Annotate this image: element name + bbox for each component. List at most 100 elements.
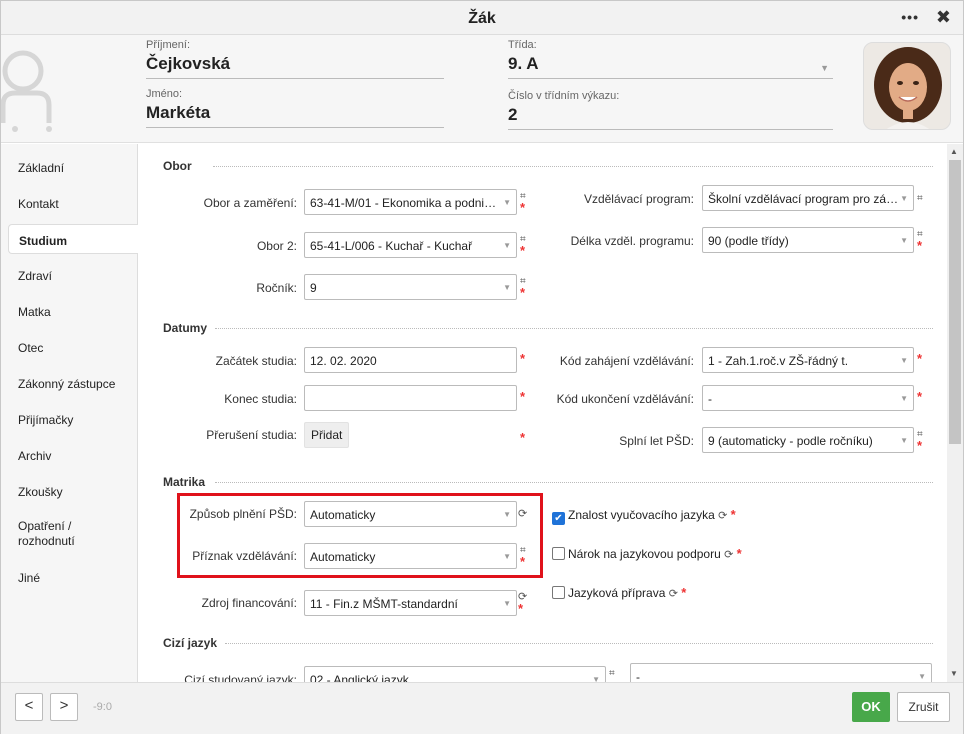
jazyk-label: Cizí studovaný jazyk: <box>184 673 297 682</box>
kod-uk-label: Kód ukončení vzdělávání: <box>556 392 694 406</box>
sidebar-item-jine[interactable]: Jiné <box>1 562 138 592</box>
zdroj-select[interactable]: 11 - Fin.z MŠMT-standardní ▼ <box>304 590 517 616</box>
chevron-down-icon: ▼ <box>900 394 908 403</box>
delka-value: 90 (podle třídy) <box>708 234 789 248</box>
add-interruption-button[interactable]: Přidat <box>304 422 350 448</box>
surname-field[interactable]: Příjmení: Čejkovská <box>146 39 444 79</box>
konec-input[interactable] <box>304 385 517 411</box>
chevron-down-icon: ▼ <box>900 236 908 245</box>
chevron-down-icon: ▼ <box>503 198 511 207</box>
firstname-value[interactable]: Markéta <box>146 103 444 128</box>
narok-label: Nárok na jazykovou podporu <box>568 547 721 561</box>
kod-zah-select[interactable]: 1 - Zah.1.roč.v ZŠ-řádný t. ▼ <box>702 347 914 373</box>
required-icon: * <box>917 238 923 253</box>
surname-value[interactable]: Čejkovská <box>146 54 444 79</box>
chevron-down-icon: ▼ <box>592 675 600 682</box>
number-value[interactable]: 2 <box>508 105 833 130</box>
obor-marks: ⌗ * <box>520 191 532 214</box>
content-scrollbar[interactable]: ▲ ▼ <box>947 144 963 682</box>
sidebar: Základní Kontakt Studium Zdraví Matka Ot… <box>1 144 138 682</box>
checkbox-icon[interactable] <box>552 547 565 560</box>
zacatek-input[interactable]: 12. 02. 2020 <box>304 347 517 373</box>
splni-select[interactable]: 9 (automaticky - podle ročníku) ▼ <box>702 427 914 453</box>
refresh-icon[interactable]: ⟳ <box>724 549 733 561</box>
firstname-field[interactable]: Jméno: Markéta <box>146 88 444 128</box>
pripravka-label: Jazyková příprava <box>568 586 666 600</box>
scroll-down-icon[interactable]: ▼ <box>950 669 958 678</box>
checkbox-icon[interactable] <box>552 586 565 599</box>
pripravka-checkbox[interactable]: Jazyková příprava ⟳ * <box>552 585 686 600</box>
chevron-down-icon: ▼ <box>900 356 908 365</box>
number-field[interactable]: Číslo v třídním výkazu: 2 <box>508 90 833 130</box>
rocnik-select[interactable]: 9 ▼ <box>304 274 517 300</box>
program-select[interactable]: Školní vzdělávací program pro zá… ▼ <box>702 185 914 211</box>
preruseni-label: Přerušení studia: <box>206 428 297 442</box>
prev-record-button[interactable]: < <box>15 693 43 721</box>
delka-select[interactable]: 90 (podle třídy) ▼ <box>702 227 914 253</box>
section-divider <box>215 328 933 329</box>
rocnik-value: 9 <box>310 281 317 295</box>
znalost-label: Znalost vyučovacího jazyka <box>568 508 715 522</box>
sidebar-item-zakladni[interactable]: Základní <box>1 152 138 182</box>
obor2-select[interactable]: 65-41-L/006 - Kuchař - Kuchař ▼ <box>304 232 517 258</box>
dialog-footer: < > -9:0 OK Zrušit <box>1 682 963 734</box>
sidebar-item-zakonny-zastupce[interactable]: Zákonný zástupce <box>1 368 138 398</box>
user-placeholder-icon <box>1 50 52 132</box>
class-value[interactable]: 9. A <box>508 54 833 79</box>
class-field[interactable]: Třída: 9. A ▼ <box>508 39 833 79</box>
sidebar-item-kontakt[interactable]: Kontakt <box>1 188 138 218</box>
jazyk-marks: ⌗ <box>609 668 621 679</box>
scroll-up-icon[interactable]: ▲ <box>950 147 958 156</box>
student-photo[interactable] <box>863 42 951 130</box>
jazyk-second-select[interactable]: - ▼ <box>630 663 932 682</box>
required-icon: * <box>681 585 687 600</box>
section-cizi-title: Cizí jazyk <box>163 636 218 650</box>
sidebar-item-zkousky[interactable]: Zkoušky <box>1 476 138 506</box>
required-icon: * <box>520 285 526 300</box>
ok-button[interactable]: OK <box>852 692 890 722</box>
sidebar-item-zdravi[interactable]: Zdraví <box>1 260 138 290</box>
zdroj-value: 11 - Fin.z MŠMT-standardní <box>310 597 458 611</box>
zdroj-marks: ⟳ * <box>518 592 530 616</box>
chevron-down-icon[interactable]: ▼ <box>820 63 829 73</box>
surname-label: Příjmení: <box>146 39 191 51</box>
sidebar-item-matka[interactable]: Matka <box>1 296 138 326</box>
kod-zah-marks: * <box>917 351 929 366</box>
chevron-down-icon: ▼ <box>918 672 926 681</box>
obor2-value: 65-41-L/006 - Kuchař - Kuchař <box>310 239 473 253</box>
znalost-checkbox[interactable]: ✔ Znalost vyučovacího jazyka ⟳ * <box>552 507 736 525</box>
cancel-button[interactable]: Zrušit <box>897 692 950 722</box>
chevron-down-icon: ▼ <box>503 599 511 608</box>
sidebar-item-opatreni[interactable]: Opatření / rozhodnutí <box>1 512 111 550</box>
required-icon: * <box>730 507 736 522</box>
jazyk-select[interactable]: 02 - Anglický jazyk ▼ <box>304 666 606 682</box>
obor-select[interactable]: 63-41-M/01 - Ekonomika a podni… ▼ <box>304 189 517 215</box>
student-portrait <box>864 43 950 129</box>
kod-uk-marks: * <box>917 389 929 404</box>
required-icon: * <box>518 601 524 616</box>
konec-label: Konec studia: <box>224 392 297 406</box>
next-record-button[interactable]: > <box>50 693 78 721</box>
required-icon: * <box>520 243 526 258</box>
sidebar-item-prijimacky[interactable]: Přijímačky <box>1 404 138 434</box>
sidebar-item-studium[interactable]: Studium <box>8 224 138 254</box>
title-bar: Žák ••• ✖ <box>1 1 963 35</box>
close-icon[interactable]: ✖ <box>936 7 951 28</box>
refresh-icon[interactable]: ⟳ <box>669 588 678 600</box>
sidebar-item-otec[interactable]: Otec <box>1 332 138 362</box>
obor2-marks: ⌗ * <box>520 234 532 258</box>
firstname-label: Jméno: <box>146 88 183 100</box>
refresh-icon[interactable]: ⟳ <box>718 510 727 522</box>
required-icon: * <box>917 351 923 366</box>
obor-value: 63-41-M/01 - Ekonomika a podni… <box>310 196 497 210</box>
checkbox-checked-icon[interactable]: ✔ <box>552 512 565 525</box>
kod-uk-select[interactable]: - ▼ <box>702 385 914 411</box>
obor-label: Obor a zaměření: <box>203 196 297 210</box>
narok-checkbox[interactable]: Nárok na jazykovou podporu ⟳ * <box>552 546 742 561</box>
section-divider <box>225 643 933 644</box>
jazyk-second-value: - <box>636 670 640 682</box>
scrollbar-thumb[interactable] <box>949 160 961 444</box>
sidebar-item-archiv[interactable]: Archiv <box>1 440 138 470</box>
more-options-icon[interactable]: ••• <box>901 9 919 25</box>
required-icon: * <box>917 389 923 404</box>
